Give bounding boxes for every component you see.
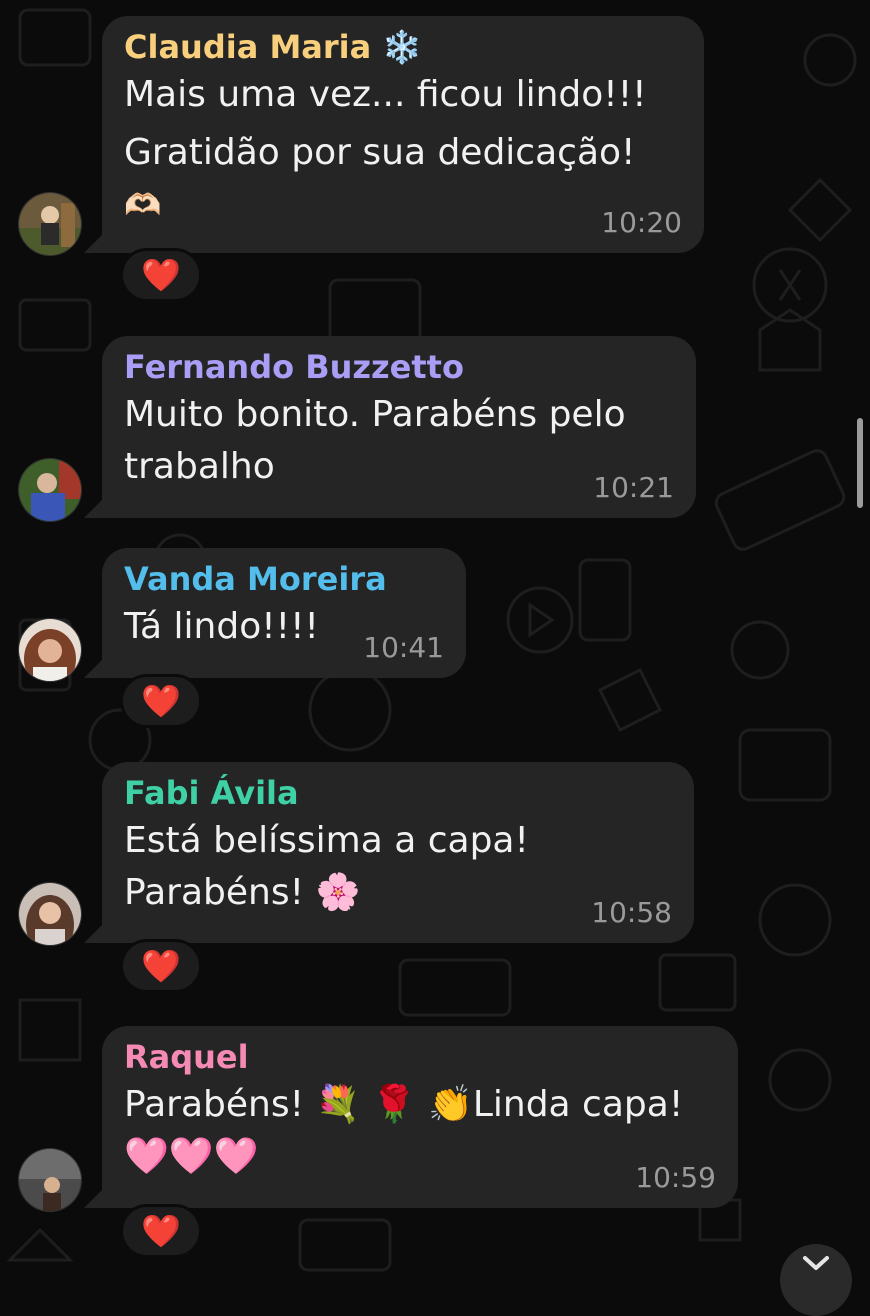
message-bubble[interactable]: Raquel Parabéns! 💐 🌹 👏Linda capa! 🩷🩷🩷 10… [102,1026,738,1208]
avatar-fernando[interactable] [18,458,82,522]
avatar-fabi[interactable] [18,882,82,946]
message-bubble[interactable]: Vanda Moreira Tá lindo!!!! 10:41 [102,548,466,678]
scroll-down-button[interactable] [780,1244,852,1316]
snowflake-emoji: ❄️ [382,28,423,66]
message-line: Parabéns! 🌸 [124,872,361,913]
scrollbar-thumb[interactable] [857,418,863,508]
reaction-heart[interactable]: ❤️ [120,674,202,728]
message-time: 10:41 [363,631,444,664]
avatar-claudia[interactable] [18,192,82,256]
message-line: 🩷🩷🩷 [124,1136,259,1177]
reaction-heart[interactable]: ❤️ [120,248,202,302]
message-bubble[interactable]: Fernando Buzzetto Muito bonito. Parabéns… [102,336,696,518]
sender-name[interactable]: Fabi Ávila [124,774,672,812]
sender-name[interactable]: Vanda Moreira [124,560,444,598]
message-line: Está belíssima a capa! [124,820,529,861]
message-bubble[interactable]: Claudia Maria ❄️ Mais uma vez... ficou l… [102,16,704,253]
sender-name[interactable]: Claudia Maria ❄️ [124,28,682,66]
reaction-heart[interactable]: ❤️ [120,939,202,993]
message-time: 10:58 [591,896,672,929]
sender-name[interactable]: Fernando Buzzetto [124,348,674,386]
chevron-down-icon [803,1256,829,1270]
message-line: Mais uma vez... ficou lindo!!! [124,74,647,115]
message-time: 10:21 [593,471,674,504]
avatar-vanda[interactable] [18,618,82,682]
message-line: 🫶🏻 [124,188,162,223]
reaction-heart[interactable]: ❤️ [120,1204,202,1258]
sender-name[interactable]: Raquel [124,1038,716,1076]
message-line: Parabéns! 💐 🌹 👏Linda capa! [124,1084,684,1125]
message-bubble[interactable]: Fabi Ávila Está belíssima a capa! Parabé… [102,762,694,943]
message-line: trabalho [124,446,275,487]
message-line: Muito bonito. Parabéns pelo [124,394,626,435]
message-time: 10:59 [635,1161,716,1194]
message-time: 10:20 [601,206,682,239]
message-line: Gratidão por sua dedicação! [124,132,636,173]
avatar-raquel[interactable] [18,1148,82,1212]
